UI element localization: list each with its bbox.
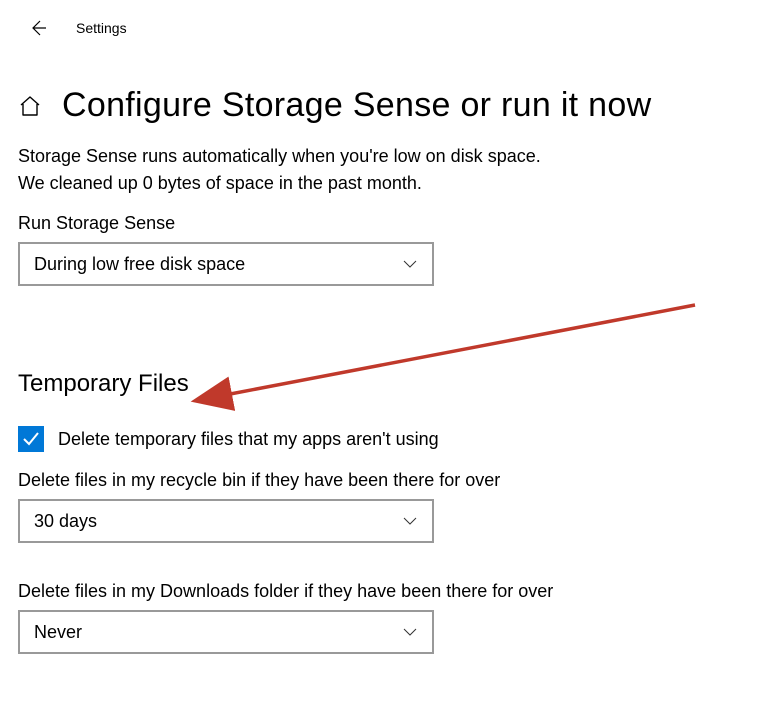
downloads-dropdown[interactable]: Never — [18, 610, 434, 654]
delete-temp-files-label: Delete temporary files that my apps aren… — [58, 429, 439, 450]
temporary-files-heading: Temporary Files — [18, 370, 753, 398]
run-storage-sense-label: Run Storage Sense — [18, 213, 753, 234]
chevron-down-icon — [402, 513, 418, 529]
home-icon[interactable] — [18, 94, 42, 118]
checkmark-icon — [21, 429, 41, 449]
downloads-label: Delete files in my Downloads folder if t… — [18, 581, 753, 602]
back-arrow-icon[interactable] — [28, 18, 48, 38]
recycle-bin-value: 30 days — [34, 511, 97, 532]
chevron-down-icon — [402, 624, 418, 640]
recycle-bin-dropdown[interactable]: 30 days — [18, 499, 434, 543]
delete-temp-files-checkbox[interactable] — [18, 426, 44, 452]
downloads-value: Never — [34, 622, 82, 643]
page-title: Configure Storage Sense or run it now — [62, 86, 651, 125]
description-line-2: We cleaned up 0 bytes of space in the pa… — [18, 170, 753, 197]
chevron-down-icon — [402, 256, 418, 272]
description-line-1: Storage Sense runs automatically when yo… — [18, 143, 753, 170]
app-title: Settings — [76, 20, 127, 36]
run-storage-sense-value: During low free disk space — [34, 254, 245, 275]
run-storage-sense-dropdown[interactable]: During low free disk space — [18, 242, 434, 286]
recycle-bin-label: Delete files in my recycle bin if they h… — [18, 470, 753, 491]
